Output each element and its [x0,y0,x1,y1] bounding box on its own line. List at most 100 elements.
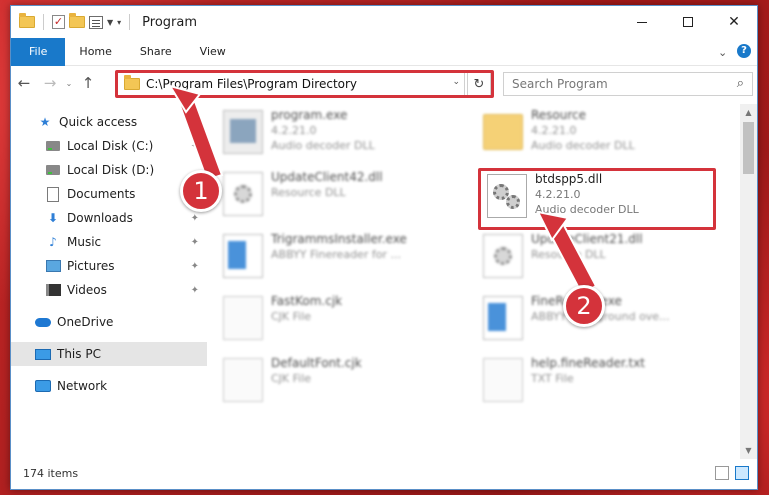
file-description: Audio decoder DLL [535,203,639,216]
maximize-icon [683,17,693,27]
pin-icon: ✦ [190,284,199,296]
installer-file-icon [223,234,263,278]
download-icon: ⬇ [47,211,59,225]
navigation-bar: ← → ⌄ ↑ C:\Program Files\Program Directo… [11,68,757,98]
expand-ribbon-chevron-icon[interactable]: ⌃ [718,45,727,58]
file-item[interactable]: DefaultFont.cjk CJK File [223,352,463,410]
document-file-icon [223,358,263,402]
file-list: program.exe 4.2.21.0 Audio decoder DLL R… [223,104,739,459]
close-button[interactable]: ✕ [711,6,757,38]
disk-icon [45,138,61,154]
videos-icon [45,282,61,298]
sidebar-item-documents[interactable]: Documents ✦ [11,182,207,206]
document-file-icon [223,296,263,340]
music-icon: ♪ [49,235,57,249]
folder-icon [19,13,35,28]
file-name: UpdateClient42.dll [271,170,383,184]
window-title: Program [142,14,198,30]
search-placeholder: Search Program [512,77,608,91]
sidebar-item-network[interactable]: Network [11,374,207,398]
new-folder-icon[interactable] [69,13,85,28]
file-name: DefaultFont.cjk [271,356,362,370]
this-pc-icon [35,346,51,362]
sidebar-item-downloads[interactable]: ⬇ Downloads ✦ [11,206,207,230]
file-item[interactable]: FastKom.cjk CJK File [223,290,463,348]
properties-icon[interactable] [89,15,103,29]
help-icon[interactable]: ? [737,44,751,58]
exe-file-icon [483,296,523,340]
sidebar-item-videos[interactable]: Videos ✦ [11,278,207,302]
file-description: Audio decoder DLL [271,139,375,152]
navigation-pane: ★ Quick access Local Disk (C:) ✦ Local D… [11,104,207,459]
ribbon-right-controls: ⌃ ? [718,44,751,58]
address-bar[interactable]: C:\Program Files\Program Directory ⌄ [117,72,465,96]
back-button[interactable]: ← [11,74,37,92]
tab-share[interactable]: Share [126,38,186,66]
sidebar-item-onedrive[interactable]: OneDrive [11,310,207,334]
vertical-scrollbar[interactable]: ▲ ▼ [740,104,757,459]
window-controls: ✕ [619,6,757,38]
file-description: Resource DLL [271,186,346,199]
sidebar-item-music[interactable]: ♪ Music ✦ [11,230,207,254]
details-view-icon[interactable] [715,466,729,480]
file-item[interactable]: TrigrammsInstaller.exe ABBYY Finereader … [223,228,463,286]
file-item[interactable]: Resource 4.2.21.0 Audio decoder DLL [483,104,723,162]
sidebar-item-local-disk-d[interactable]: Local Disk (D:) [11,158,207,182]
file-description: CJK File [271,310,312,323]
properties-check-icon[interactable]: ✓ [52,15,65,29]
sidebar-item-quick-access[interactable]: ★ Quick access [11,110,207,134]
quick-access-toolbar: ✓ ▼ ▾ [11,13,134,30]
recent-locations-chevron-icon[interactable]: ⌄ [63,79,75,88]
toolbar-divider [129,14,131,30]
disk-icon [45,162,61,178]
sidebar-item-label: Documents [67,187,136,201]
tab-home[interactable]: Home [65,38,125,66]
customize-toolbar-chevron-icon[interactable]: ▼ [107,18,113,27]
scrollbar-thumb[interactable] [743,122,754,174]
address-dropdown-chevron-icon[interactable]: ⌄ [452,77,460,87]
scroll-up-arrow-icon[interactable]: ▲ [740,104,757,121]
sidebar-item-label: Videos [67,283,107,297]
sidebar-item-label: Pictures [67,259,115,273]
exe-file-icon [223,110,263,154]
sidebar-item-this-pc[interactable]: This PC [11,342,207,366]
file-item-btdspp5-dll[interactable]: btdspp5.dll 4.2.21.0 Audio decoder DLL [487,172,727,230]
minimize-button[interactable] [619,6,665,38]
file-name: Resource [531,108,587,122]
forward-button[interactable]: → [37,74,63,92]
ribbon-tabs: File Home Share View ⌃ ? [11,37,757,66]
scroll-down-arrow-icon[interactable]: ▼ [740,442,757,459]
sidebar-item-label: This PC [57,347,101,361]
sidebar-item-label: Music [67,235,102,249]
maximize-button[interactable] [665,6,711,38]
item-count: 174 items [23,466,79,480]
search-input[interactable]: Search Program ⌕ [503,72,753,96]
file-item[interactable]: help.fineReader.txt TXT File [483,352,723,410]
search-icon[interactable]: ⌕ [737,76,744,91]
refresh-button[interactable]: ↻ [467,72,491,96]
sidebar-item-local-disk-c[interactable]: Local Disk (C:) ✦ [11,134,207,158]
file-version: 4.2.21.0 [531,124,577,137]
sidebar-item-label: Network [57,379,108,393]
customize-toolbar-arrow-icon[interactable]: ▾ [117,18,121,27]
file-description: CJK File [271,372,312,385]
sidebar-item-pictures[interactable]: Pictures ✦ [11,254,207,278]
tiles-view-icon[interactable] [735,466,749,480]
file-item[interactable]: program.exe 4.2.21.0 Audio decoder DLL [223,104,463,162]
network-icon [35,378,51,394]
pin-icon: ✦ [190,212,199,224]
file-item[interactable]: UpdateClient42.dll Resource DLL [223,166,463,224]
view-toggle [715,466,749,480]
tab-file[interactable]: File [11,37,66,66]
sidebar-item-label: Quick access [59,115,138,129]
text-file-icon [483,358,523,402]
title-bar: ✓ ▼ ▾ Program ✕ [11,6,757,38]
folder-icon [483,114,523,150]
file-name: program.exe [271,108,348,122]
file-name: btdspp5.dll [535,172,603,186]
tab-view[interactable]: View [186,38,240,66]
sidebar-item-label: Local Disk (C:) [67,139,154,153]
sidebar-item-label: Downloads [67,211,133,225]
file-item[interactable]: UpdateClient21.dll Resource DLL [483,228,723,286]
up-button[interactable]: ↑ [75,74,101,92]
